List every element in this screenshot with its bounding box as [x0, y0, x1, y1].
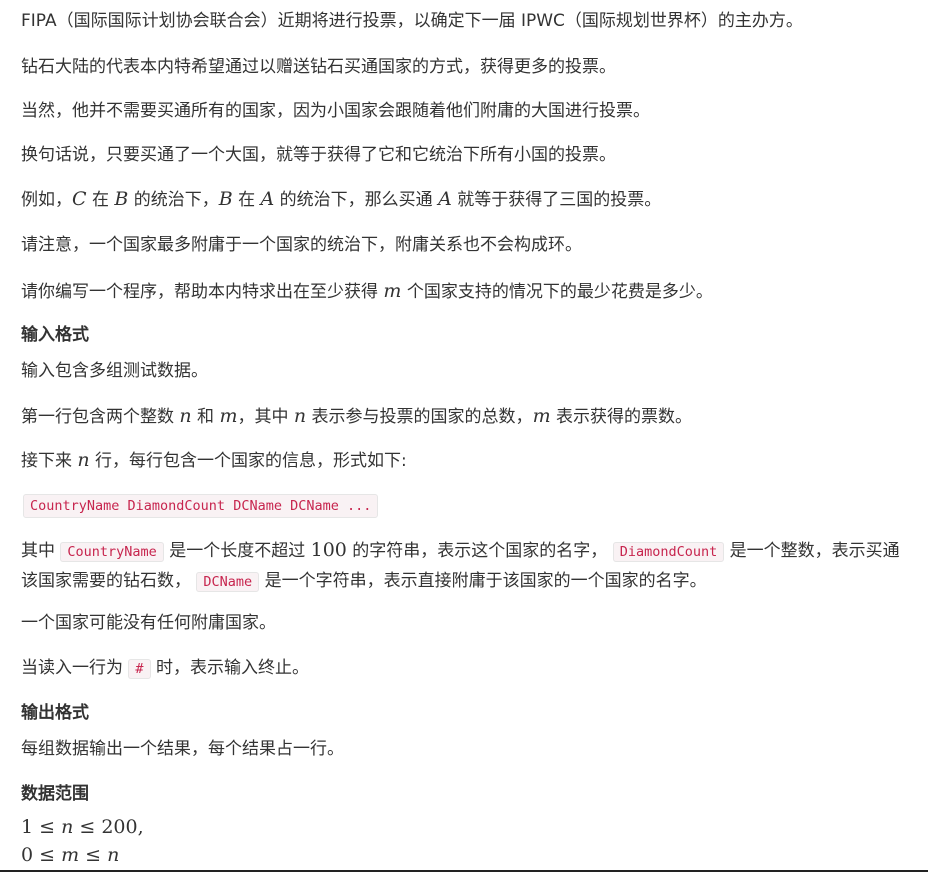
paragraph-task: 请你编写一个程序，帮助本内特求出在至少获得 m 个国家支持的情况下的最少花费是多…: [21, 279, 713, 304]
text: 个国家支持的情况下的最少花费是多少。: [401, 282, 713, 302]
output-description: 每组数据输出一个结果，每个结果占一行。: [21, 739, 344, 759]
input-no-vassal: 一个国家可能没有任何附庸国家。: [21, 613, 276, 633]
math-var: n: [77, 449, 90, 471]
math-punct: ,: [137, 816, 144, 838]
math-number: 1: [21, 816, 34, 838]
input-first-line: 第一行包含两个整数 n 和 m，其中 n 表示参与投票的国家的总数，m 表示获得…: [21, 404, 692, 429]
text: ，其中: [237, 407, 294, 427]
paragraph-in-other-words: 换句话说，只要买通了一个大国，就等于获得了它和它统治下所有小国的投票。: [21, 145, 616, 165]
text: 表示参与投票的国家的总数，: [306, 407, 533, 427]
math-op: ≤: [73, 816, 102, 838]
paragraph-diamond: 钻石大陆的代表本内特希望通过以赠送钻石买通国家的方式，获得更多的投票。: [21, 57, 616, 77]
math-var: A: [260, 188, 275, 210]
input-format-heading: 输入格式: [21, 325, 89, 345]
bottom-divider: [0, 870, 928, 872]
text: 是一个长度不超过: [163, 541, 311, 561]
text: 的统治下，那么买通: [274, 190, 439, 210]
math-var: B: [114, 188, 129, 210]
text: 在: [232, 190, 261, 210]
math-number: 100: [310, 539, 347, 561]
paragraph-vassal: 当然，他并不需要买通所有的国家，因为小国家会跟随着他们附庸的大国进行投票。: [21, 101, 650, 121]
math-var: B: [218, 188, 233, 210]
paragraph-intro: FIPA（国际国际计划协会联合会）近期将进行投票，以确定下一届 IPWC（国际规…: [21, 11, 803, 31]
math-var: m: [383, 280, 402, 302]
paragraph-example: 例如，C 在 B 的统治下，B 在 A 的统治下，那么买通 A 就等于获得了三国…: [21, 187, 661, 212]
inline-code: DiamondCount: [612, 542, 725, 562]
text: 在: [86, 190, 115, 210]
input-multi-tests: 输入包含多组测试数据。: [21, 361, 208, 381]
math-var: m: [532, 405, 551, 427]
math-var: n: [61, 816, 74, 838]
text: 其中: [21, 541, 61, 561]
math-var: m: [61, 844, 80, 866]
text: 的字符串，表示这个国家的名字，: [346, 541, 613, 561]
field-description: 其中 CountryName 是一个长度不超过 100 的字符串，表示这个国家的…: [21, 536, 916, 597]
paragraph-note: 请注意，一个国家最多附庸于一个国家的统治下，附庸关系也不会构成环。: [21, 235, 582, 255]
math-var: n: [107, 844, 120, 866]
math-var: m: [219, 405, 238, 427]
text: 请你编写一个程序，帮助本内特求出在至少获得: [21, 282, 384, 302]
math-op: ≤: [79, 844, 108, 866]
math-var: n: [179, 405, 192, 427]
inline-code: CountryName: [60, 542, 164, 562]
input-terminator: 当读入一行为 # 时，表示输入终止。: [21, 656, 309, 681]
math-number: 200: [101, 816, 138, 838]
text: 时，表示输入终止。: [150, 658, 309, 678]
text: 行，每行包含一个国家的信息，形式如下:: [89, 451, 407, 471]
math-var: A: [438, 188, 452, 210]
math-var: n: [293, 405, 307, 427]
data-range-heading: 数据范围: [21, 784, 89, 804]
text: 就等于获得了三国的投票。: [451, 190, 662, 210]
math-op: ≤: [33, 816, 62, 838]
text: 的统治下，: [128, 190, 219, 210]
text: 接下来: [21, 451, 78, 471]
math-var: C: [72, 188, 87, 210]
range-m: 0 ≤ m ≤ n: [21, 843, 119, 868]
format-code-block: CountryName DiamondCount DCName DCName .…: [23, 494, 379, 518]
output-format-heading: 输出格式: [21, 703, 89, 723]
math-number: 0: [21, 844, 34, 866]
text: 是一个字符串，表示直接附庸于该国家的一个国家的名字。: [259, 571, 707, 591]
inline-code: #: [128, 659, 151, 679]
text: 第一行包含两个整数: [21, 407, 180, 427]
text: 例如，: [21, 190, 72, 210]
inline-code: DCName: [196, 572, 260, 592]
text: 表示获得的票数。: [550, 407, 692, 427]
text: 和: [191, 407, 220, 427]
math-op: ≤: [33, 844, 62, 866]
text: 当读入一行为: [21, 658, 129, 678]
input-next-lines: 接下来 n 行，每行包含一个国家的信息，形式如下:: [21, 448, 407, 473]
range-n: 1 ≤ n ≤ 200,: [21, 815, 144, 840]
